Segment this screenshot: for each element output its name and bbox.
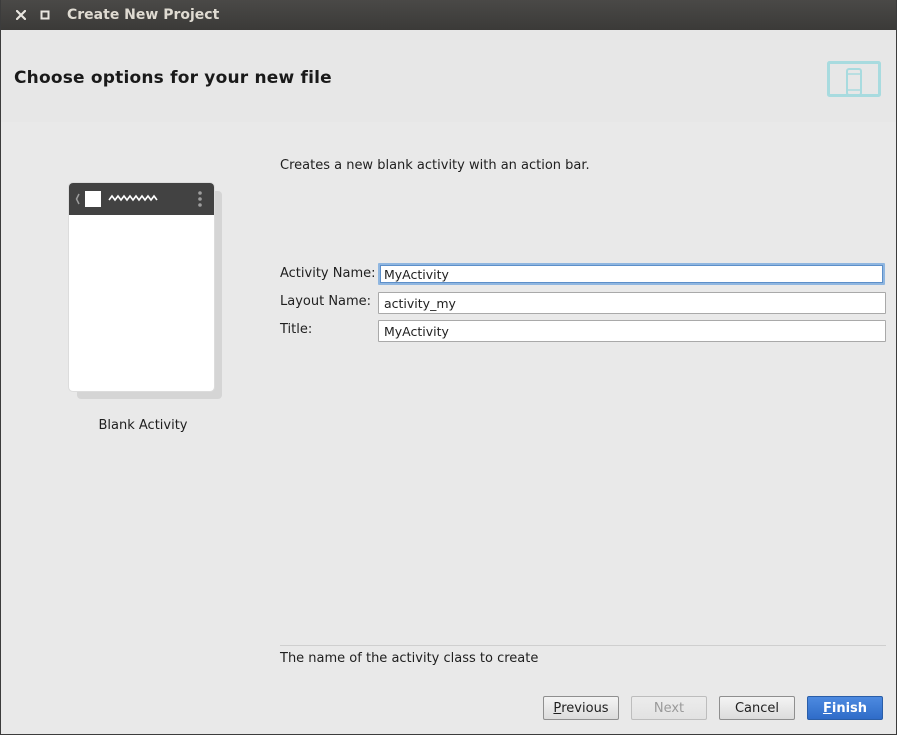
- close-icon[interactable]: [13, 7, 29, 23]
- activity-name-input[interactable]: [378, 263, 885, 285]
- template-label: Blank Activity: [98, 418, 188, 433]
- create-project-dialog: Create New Project Choose options for yo…: [0, 0, 897, 735]
- action-bar-glyphs-icon: [75, 191, 202, 207]
- finish-button[interactable]: Finish: [807, 696, 883, 720]
- device-icon: [827, 61, 881, 97]
- finish-label: inish: [831, 700, 868, 716]
- activity-name-label: Activity Name:: [280, 266, 376, 281]
- previous-mnemonic: P: [553, 700, 562, 716]
- action-bar: [69, 183, 214, 215]
- cancel-button[interactable]: Cancel: [719, 696, 795, 720]
- layout-name-input[interactable]: [378, 292, 886, 314]
- title-bar[interactable]: Create New Project: [1, 0, 896, 30]
- template-preview[interactable]: [69, 183, 222, 399]
- divider: [280, 645, 886, 646]
- title-input[interactable]: [378, 320, 886, 342]
- page-title: Choose options for your new file: [14, 68, 332, 88]
- previous-label: revious: [561, 700, 609, 716]
- next-button[interactable]: Next: [631, 696, 707, 720]
- layout-name-label: Layout Name:: [280, 294, 372, 309]
- help-text: The name of the activity class to create: [280, 651, 539, 666]
- template-description: Creates a new blank activity with an act…: [280, 158, 590, 173]
- window-title: Create New Project: [67, 7, 220, 23]
- maximize-icon[interactable]: [37, 7, 53, 23]
- title-label: Title:: [280, 322, 313, 337]
- finish-mnemonic: F: [822, 700, 832, 716]
- phone-screen: [69, 183, 214, 391]
- previous-button[interactable]: Previous: [543, 696, 619, 720]
